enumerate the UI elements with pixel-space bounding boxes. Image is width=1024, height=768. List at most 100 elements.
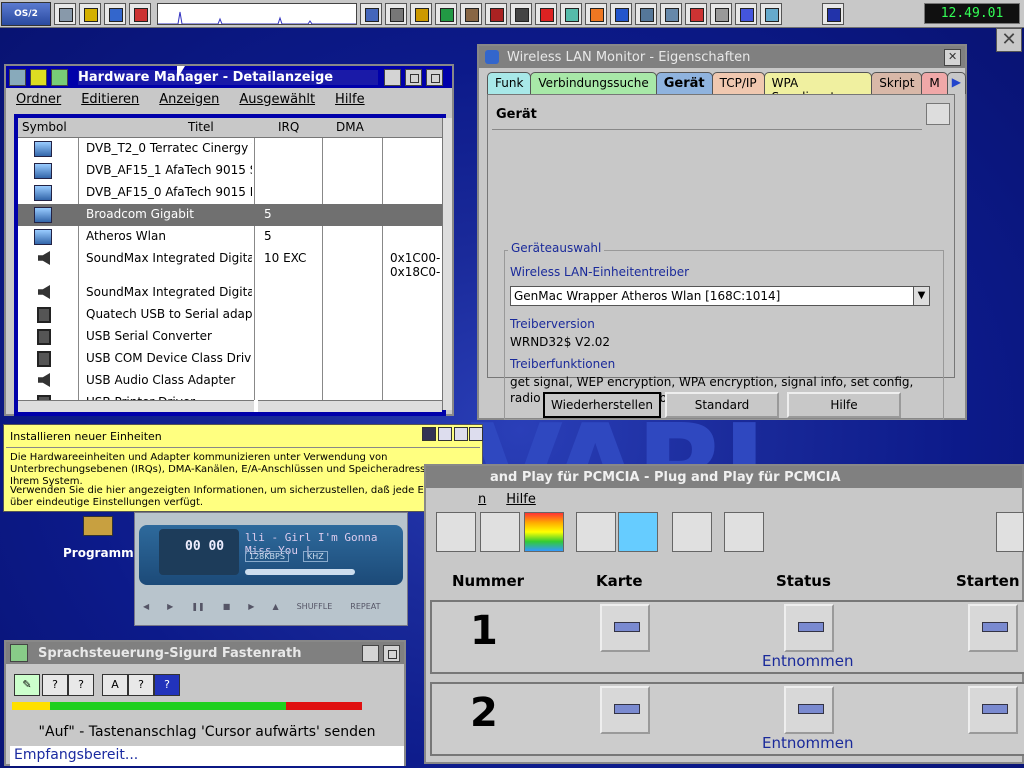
- table-row[interactable]: Quatech USB to Serial adapter: [18, 304, 442, 326]
- image-icon[interactable]: [635, 2, 657, 25]
- browser-icon[interactable]: [610, 2, 632, 25]
- tab-skript[interactable]: Skript: [871, 72, 923, 94]
- tab-more[interactable]: M: [921, 72, 948, 94]
- maximize-button[interactable]: [383, 644, 400, 662]
- maximize-button[interactable]: [426, 68, 443, 86]
- device-icon[interactable]: [535, 2, 557, 25]
- standard-button[interactable]: Standard: [665, 392, 779, 418]
- tool2-icon[interactable]: [685, 2, 707, 25]
- table-row[interactable]: SoundMax Integrated Digital A 10 EXC 0x1C0…: [18, 248, 442, 282]
- vertical-scrollbar[interactable]: [442, 118, 452, 410]
- chevron-down-icon[interactable]: ▼: [913, 287, 929, 305]
- minimize-button[interactable]: [384, 68, 401, 86]
- restore-icon[interactable]: [438, 427, 452, 441]
- speaker-icon[interactable]: [480, 512, 520, 552]
- horizontal-scrollbar-right[interactable]: [258, 400, 442, 412]
- table-row[interactable]: USB Serial Converter: [18, 326, 442, 348]
- tab-geraet[interactable]: Gerät: [655, 72, 713, 94]
- prev-icon[interactable]: ◀: [143, 602, 149, 611]
- restore-button[interactable]: [405, 68, 422, 86]
- firefox-icon[interactable]: [585, 2, 607, 25]
- column-dma[interactable]: DMA: [336, 120, 364, 134]
- status-icon[interactable]: [784, 686, 834, 734]
- question-icon[interactable]: ?: [42, 674, 68, 696]
- edit-icon[interactable]: [410, 2, 432, 25]
- folder2-icon[interactable]: [710, 2, 732, 25]
- pnp-titlebar[interactable]: and Play für PCMCIA - Plug and Play für …: [426, 466, 1022, 488]
- window-list-icon[interactable]: [54, 2, 76, 25]
- settings-icon[interactable]: [435, 2, 457, 25]
- back-icon[interactable]: [454, 427, 468, 441]
- tool-icon[interactable]: [104, 2, 126, 25]
- os2-logo[interactable]: OS/2: [1, 1, 51, 26]
- next-icon[interactable]: ▶: [248, 602, 254, 611]
- table-row[interactable]: USB Printer Driver: [18, 392, 442, 400]
- drive-icon[interactable]: [360, 2, 382, 25]
- documents-icon[interactable]: [576, 512, 616, 552]
- monitor-icon[interactable]: [996, 512, 1024, 552]
- hwm-titlebar[interactable]: Hardware Manager - Detailanzeige: [6, 66, 452, 88]
- shuffle-button[interactable]: SHUFFLE: [297, 602, 333, 611]
- calendar-icon[interactable]: [485, 2, 507, 25]
- restore-defaults-button[interactable]: Wiederherstellen: [543, 392, 661, 418]
- eject-icon[interactable]: ▲: [272, 602, 278, 611]
- edit-icon[interactable]: A: [102, 674, 128, 696]
- info-icon[interactable]: ?: [154, 674, 180, 696]
- network-icon[interactable]: [760, 2, 782, 25]
- tab-verbindungssuche[interactable]: Verbindungssuche: [530, 72, 657, 94]
- start-icon[interactable]: [968, 686, 1018, 734]
- close-button[interactable]: [944, 48, 961, 66]
- help-bubble-icon[interactable]: [30, 68, 47, 86]
- play-icon[interactable]: ▶: [167, 602, 173, 611]
- menu-ordner[interactable]: Ordner: [16, 92, 61, 107]
- help-icon[interactable]: ?: [68, 674, 94, 696]
- table-row[interactable]: DVB_AF15_0 AfaTech 9015 Ma: [18, 182, 442, 204]
- repeat-button[interactable]: REPEAT: [350, 602, 380, 611]
- pause-icon[interactable]: ❚❚: [191, 602, 204, 611]
- wlan-titlebar[interactable]: Wireless LAN Monitor - Eigenschaften: [479, 46, 965, 68]
- status-icon[interactable]: [784, 604, 834, 652]
- seek-slider[interactable]: [245, 569, 355, 575]
- lock-icon[interactable]: [79, 2, 101, 25]
- download-icon[interactable]: [672, 512, 712, 552]
- help-button[interactable]: Hilfe: [787, 392, 901, 418]
- column-irq[interactable]: IRQ: [278, 120, 299, 134]
- os2warp-icon[interactable]: [660, 2, 682, 25]
- table-row[interactable]: Broadcom Gigabit 5: [18, 204, 442, 226]
- help-icon[interactable]: [822, 2, 844, 25]
- menu-anzeigen[interactable]: Anzeigen: [159, 92, 219, 107]
- microphone-icon[interactable]: ✎: [14, 674, 40, 696]
- card-slot-icon[interactable]: [436, 512, 476, 552]
- tab-wpa-supplicant[interactable]: WPA Supplicant: [763, 72, 873, 104]
- menu-hilfe[interactable]: Hilfe: [335, 92, 365, 107]
- table-row[interactable]: USB Audio Class Adapter: [18, 370, 442, 392]
- wifi-icon[interactable]: [560, 2, 582, 25]
- menu-hilfe[interactable]: Hilfe: [506, 492, 536, 507]
- query-icon[interactable]: ?: [128, 674, 154, 696]
- key-icon[interactable]: [724, 512, 764, 552]
- horizontal-scrollbar-left[interactable]: [18, 400, 254, 412]
- menu-editieren[interactable]: Editieren: [81, 92, 139, 107]
- close-icon[interactable]: ✕: [996, 28, 1022, 52]
- system-menu-icon[interactable]: [9, 68, 26, 86]
- folder-icon[interactable]: [385, 2, 407, 25]
- signal-icon[interactable]: [735, 2, 757, 25]
- driver-select[interactable]: GenMac Wrapper Atheros Wlan [168C:1014] …: [510, 286, 930, 306]
- tab-funk[interactable]: Funk: [487, 72, 532, 94]
- forward-icon[interactable]: [469, 427, 483, 441]
- table-row[interactable]: DVB_T2_0 Terratec Cinergy T2: [18, 138, 442, 160]
- table-row[interactable]: Atheros Wlan 5: [18, 226, 442, 248]
- column-titel[interactable]: Titel: [188, 120, 214, 134]
- tab-scroll-right-icon[interactable]: ▶: [946, 72, 966, 94]
- page-corner-icon[interactable]: [926, 103, 950, 125]
- tool-icon[interactable]: [51, 68, 68, 86]
- info-icon[interactable]: [422, 427, 436, 441]
- menu-ausgewaehlt[interactable]: Ausgewählt: [239, 92, 315, 107]
- computer-icon[interactable]: [618, 512, 658, 552]
- archive-icon[interactable]: [510, 2, 532, 25]
- table-row[interactable]: DVB_AF15_1 AfaTech 9015 Sla: [18, 160, 442, 182]
- game-icon[interactable]: [460, 2, 482, 25]
- monitor-icon[interactable]: [129, 2, 151, 25]
- card-icon[interactable]: [600, 604, 650, 652]
- card-icon[interactable]: [600, 686, 650, 734]
